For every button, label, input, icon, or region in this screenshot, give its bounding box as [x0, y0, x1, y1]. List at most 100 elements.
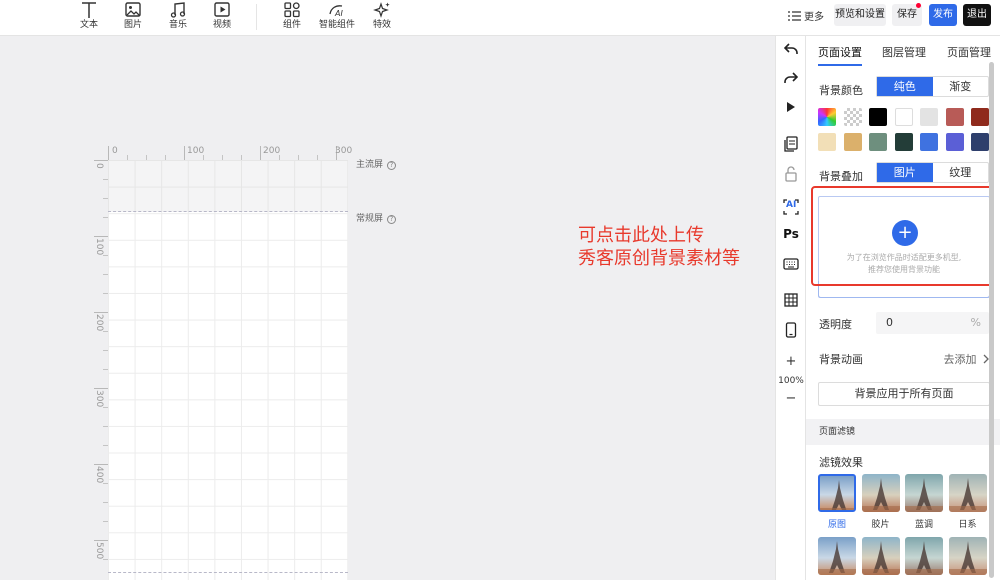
ai-component-icon: AI: [329, 5, 343, 18]
active-tab-indicator: [818, 64, 862, 66]
filter-thumbnail[interactable]: [861, 537, 900, 575]
phone-preview-button[interactable]: [781, 322, 801, 338]
normal-screen-text: 常规屏: [356, 214, 384, 224]
pages-button[interactable]: [781, 136, 801, 152]
publish-button[interactable]: 发布: [929, 4, 957, 26]
help-icon[interactable]: ?: [387, 215, 397, 224]
panel-scrollbar[interactable]: [989, 62, 994, 578]
play-icon: [787, 102, 795, 112]
zoom-out-button[interactable]: −: [776, 391, 806, 406]
more-menu[interactable]: 更多: [788, 8, 824, 23]
ruler-v-label: 0: [94, 163, 104, 169]
panel-tabs: 页面设置 图层管理 页面管理: [806, 36, 1000, 66]
bg-gradient-option[interactable]: 渐变: [933, 77, 989, 96]
filter-thumbnail[interactable]: [948, 537, 987, 575]
color-swatch[interactable]: [945, 108, 964, 126]
eiffel-tower-icon: [905, 541, 943, 575]
keyboard-icon: [783, 258, 799, 270]
ruler-v-label: 100: [94, 238, 104, 256]
tool-image-label: 图片: [123, 20, 142, 30]
color-swatch[interactable]: [971, 133, 989, 151]
filter-thumbnail[interactable]: [948, 474, 987, 512]
redo-icon: [784, 72, 798, 83]
ps-button[interactable]: Ps: [781, 226, 801, 242]
color-swatch[interactable]: [869, 133, 887, 151]
bg-color-mode-toggle: 纯色 渐变: [876, 76, 989, 97]
help-icon[interactable]: ?: [387, 161, 397, 170]
grid-button[interactable]: [781, 292, 801, 308]
undo-button[interactable]: [781, 41, 801, 57]
main-screen-label: 主流屏?: [356, 157, 397, 170]
color-picker-swatch[interactable]: [818, 108, 836, 126]
save-button[interactable]: 保存: [892, 3, 922, 26]
exit-button[interactable]: 退出: [963, 4, 991, 26]
ai-tool-text: AI: [786, 200, 797, 210]
redo-button[interactable]: [781, 70, 801, 86]
keyboard-button[interactable]: [781, 256, 801, 272]
side-tool-strip: AI Ps + 100% −: [775, 36, 805, 580]
color-swatch[interactable]: [843, 133, 862, 151]
main-screen-text: 主流屏: [356, 160, 384, 170]
filter-label: 蓝调: [914, 520, 933, 530]
color-swatch[interactable]: [869, 108, 887, 126]
horizontal-ruler: 0 100 200 300: [108, 146, 352, 160]
transparent-swatch[interactable]: [843, 108, 862, 126]
unsaved-dot: [916, 3, 921, 8]
tab-page-settings[interactable]: 页面设置: [818, 44, 862, 60]
opacity-label: 透明度: [819, 318, 852, 331]
page-canvas[interactable]: [108, 160, 348, 580]
tool-components[interactable]: 组件: [269, 0, 315, 36]
add-animation-link[interactable]: 去添加: [944, 351, 991, 367]
color-swatch[interactable]: [818, 133, 836, 151]
highlight-box: [811, 186, 994, 286]
text-icon: [82, 2, 96, 18]
tool-music[interactable]: 音乐: [155, 0, 201, 36]
filter-thumbnail[interactable]: [818, 474, 856, 512]
ai-tool-button[interactable]: AI: [781, 199, 801, 215]
tab-page-management[interactable]: 页面管理: [947, 44, 991, 60]
sparkle-icon: [373, 2, 390, 18]
apply-bg-all-pages-button[interactable]: 背景应用于所有页面: [818, 382, 990, 406]
eiffel-tower-icon: [820, 480, 854, 510]
filter-thumbnail[interactable]: [818, 537, 856, 575]
opacity-input[interactable]: 0 %: [876, 312, 989, 334]
tool-effects[interactable]: 特效: [359, 0, 405, 36]
color-swatch[interactable]: [894, 108, 913, 126]
color-swatch[interactable]: [971, 108, 989, 126]
lock-button[interactable]: [781, 166, 801, 182]
lock-icon: [785, 166, 797, 182]
tab-layer-management[interactable]: 图层管理: [882, 44, 926, 60]
filter-thumbnail[interactable]: [905, 537, 943, 575]
opacity-value: 0: [886, 316, 893, 329]
filter-effect-label: 滤镜效果: [819, 456, 863, 469]
tool-text[interactable]: 文本: [66, 0, 112, 36]
play-button[interactable]: [781, 99, 801, 115]
filter-label: 日系: [958, 520, 977, 530]
bg-solid-option[interactable]: 纯色: [877, 77, 933, 96]
overlay-image-option[interactable]: 图片: [877, 163, 933, 182]
color-swatch[interactable]: [945, 133, 964, 151]
save-label: 保存: [897, 9, 917, 20]
preview-settings-button[interactable]: 预览和设置: [834, 4, 886, 26]
tool-image[interactable]: 图片: [110, 0, 156, 36]
color-swatch[interactable]: [894, 133, 913, 151]
tool-ai-components[interactable]: AI 智能组件: [313, 0, 361, 36]
svg-text:AI: AI: [334, 9, 343, 18]
screen-bottom-guide: [108, 572, 348, 573]
color-swatch[interactable]: [920, 133, 938, 151]
grid-icon: [784, 293, 798, 307]
ruler-h-label: 200: [263, 146, 281, 156]
color-swatch[interactable]: [920, 108, 938, 126]
eiffel-tower-icon: [861, 541, 900, 575]
filter-thumbnail[interactable]: [905, 474, 943, 512]
zoom-in-button[interactable]: +: [776, 354, 806, 369]
eiffel-tower-icon: [948, 478, 987, 512]
tool-video[interactable]: 视频: [199, 0, 245, 36]
overlay-texture-option[interactable]: 纹理: [933, 163, 989, 182]
ruler-h-label: 100: [187, 146, 205, 156]
tool-text-label: 文本: [79, 20, 98, 30]
filter-thumbnail[interactable]: [861, 474, 900, 512]
tool-music-label: 音乐: [168, 20, 187, 30]
ruler-h-label: 300: [335, 146, 353, 156]
normal-screen-label: 常规屏?: [356, 211, 397, 224]
